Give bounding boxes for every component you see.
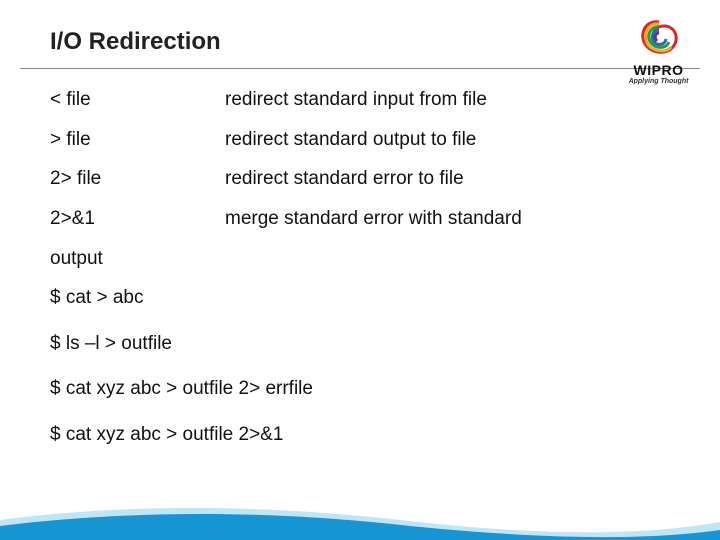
redirect-row: > file redirect standard output to file bbox=[50, 127, 680, 153]
syntax-cell: 2> file bbox=[50, 166, 225, 192]
brand-logo: WIPRO Applying Thought bbox=[621, 18, 696, 85]
trailing-word: output bbox=[50, 246, 680, 272]
desc-cell: redirect standard output to file bbox=[225, 127, 680, 153]
logo-tagline: Applying Thought bbox=[621, 78, 696, 85]
slide-content: < file redirect standard input from file… bbox=[0, 69, 720, 448]
logo-swirl-icon bbox=[634, 18, 684, 60]
redirect-row: 2> file redirect standard error to file bbox=[50, 166, 680, 192]
footer-wave-decoration bbox=[0, 502, 720, 540]
desc-cell: redirect standard error to file bbox=[225, 166, 680, 192]
redirect-row: < file redirect standard input from file bbox=[50, 87, 680, 113]
example-line: $ cat > abc bbox=[50, 285, 680, 311]
redirect-row: 2>&1 merge standard error with standard bbox=[50, 206, 680, 232]
syntax-cell: 2>&1 bbox=[50, 206, 225, 232]
syntax-cell: < file bbox=[50, 87, 225, 113]
syntax-cell: > file bbox=[50, 127, 225, 153]
desc-cell: merge standard error with standard bbox=[225, 206, 680, 232]
example-line: $ cat xyz abc > outfile 2> errfile bbox=[50, 376, 680, 402]
logo-brand-text: WIPRO bbox=[621, 62, 696, 78]
slide-header: I/O Redirection WIPRO Applying Thought bbox=[0, 0, 720, 64]
example-line: $ ls –l > outfile bbox=[50, 331, 680, 357]
examples-block: $ cat > abc $ ls –l > outfile $ cat xyz … bbox=[50, 285, 680, 448]
page-title: I/O Redirection bbox=[50, 28, 720, 56]
desc-cell: redirect standard input from file bbox=[225, 87, 680, 113]
example-line: $ cat xyz abc > outfile 2>&1 bbox=[50, 422, 680, 448]
